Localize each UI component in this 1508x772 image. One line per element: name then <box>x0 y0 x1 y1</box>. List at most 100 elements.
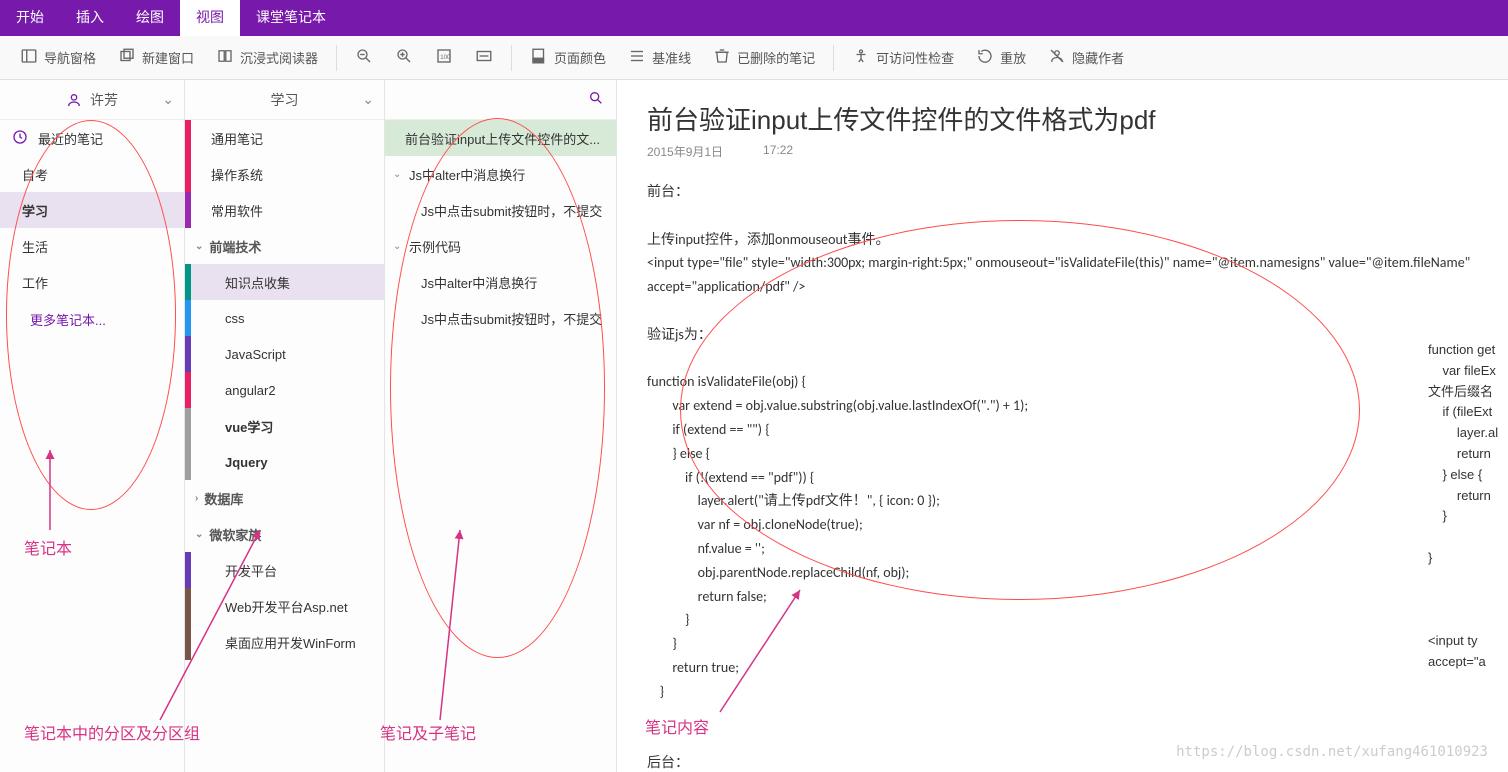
notebook-item[interactable]: 生活 <box>0 228 184 264</box>
newwin-icon <box>118 47 136 68</box>
chevron-icon: ⌄ <box>393 169 405 180</box>
tool-label: 基准线 <box>652 48 691 67</box>
ribbon-tab-2[interactable]: 绘图 <box>120 0 180 36</box>
ribbon-tab-3[interactable]: 视图 <box>180 0 240 36</box>
section-label: 开发平台 <box>225 561 277 580</box>
notebook-label: 生活 <box>22 237 48 256</box>
toolbar-separator <box>833 45 834 71</box>
notebook-item[interactable]: 学习 <box>0 192 184 228</box>
section-item[interactable]: 通用笔记 <box>185 120 384 156</box>
user-icon <box>66 92 82 108</box>
note-side-snippet: function get var fileEx 文件后缀名 if (fileEx… <box>1428 340 1508 673</box>
notebook-label: 自考 <box>22 165 48 184</box>
section-color-bar <box>185 408 191 444</box>
notebook-label: 工作 <box>22 273 48 292</box>
ribbon-tab-4[interactable]: 课堂笔记本 <box>240 0 342 36</box>
section-group[interactable]: ⌄ 前端技术 <box>185 228 384 264</box>
search-icon[interactable] <box>588 90 604 109</box>
svg-text:100: 100 <box>440 55 451 61</box>
section-label: 操作系统 <box>211 165 263 184</box>
section-item[interactable]: vue学习 <box>185 408 384 444</box>
notebook-item[interactable]: 最近的笔记 <box>0 120 184 156</box>
sections-header[interactable]: 学习 ⌄ <box>185 80 384 120</box>
ribbon-tab-0[interactable]: 开始 <box>0 0 60 36</box>
page-group[interactable]: ⌄ 示例代码 <box>385 228 616 264</box>
page-title[interactable]: 前台验证input上传文件控件的文件格式为pdf <box>647 100 1478 137</box>
section-item[interactable]: 桌面应用开发WinForm <box>185 624 384 660</box>
section-label: Jquery <box>225 455 268 470</box>
tool-zoom100[interactable]: 100 <box>425 43 463 72</box>
section-item[interactable]: css <box>185 300 384 336</box>
tool-label: 隐藏作者 <box>1072 48 1124 67</box>
zoomin-icon <box>395 47 413 68</box>
section-color-bar <box>185 156 191 192</box>
section-item[interactable]: 开发平台 <box>185 552 384 588</box>
section-item[interactable]: angular2 <box>185 372 384 408</box>
tool-trash[interactable]: 已删除的笔记 <box>703 43 825 72</box>
nav-icon <box>20 47 38 68</box>
more-notebooks-link[interactable]: 更多笔记本... <box>0 300 184 339</box>
page-item[interactable]: Js中点击submit按钮时，不提交 <box>385 192 616 228</box>
ruled-icon <box>628 47 646 68</box>
notebook-item[interactable]: 工作 <box>0 264 184 300</box>
zoom100-icon: 100 <box>435 47 453 68</box>
section-color-bar <box>185 444 191 480</box>
annotation-label-content: 笔记内容 <box>645 714 709 738</box>
notebook-item[interactable]: 自考 <box>0 156 184 192</box>
section-label: vue学习 <box>225 417 273 436</box>
notebook-label: 学习 <box>22 201 48 220</box>
notebooks-header[interactable]: 许芳 ⌄ <box>0 80 184 120</box>
section-item[interactable]: Web开发平台Asp.net <box>185 588 384 624</box>
section-group[interactable]: ⌄微软家族 <box>185 516 384 552</box>
section-item[interactable]: JavaScript <box>185 336 384 372</box>
tool-ruled[interactable]: 基准线 <box>618 43 701 72</box>
ribbon-toolbar: 导航窗格新建窗口沉浸式阅读器 100 页面颜色 基准线 已删除的笔记 可访问性检查重放 隐藏… <box>0 36 1508 80</box>
chevron-icon: ⌄ <box>195 529 203 540</box>
page-item[interactable]: Js中alter中消息换行 <box>385 264 616 300</box>
tool-replay[interactable]: 重放 <box>966 43 1036 72</box>
page-group-label: 示例代码 <box>409 237 461 256</box>
page-group[interactable]: ⌄ Js中alter中消息换行 <box>385 156 616 192</box>
notebook-label: 最近的笔记 <box>38 129 103 148</box>
page-label: Js中点击submit按钮时，不提交 <box>421 201 602 220</box>
section-group[interactable]: ›数据库 <box>185 480 384 516</box>
page-item[interactable]: Js中点击submit按钮时，不提交 <box>385 300 616 336</box>
tool-immersive[interactable]: 沉浸式阅读器 <box>206 43 328 72</box>
pages-column: 前台验证input上传文件控件的文...⌄Js中alter中消息换行Js中点击s… <box>385 80 617 772</box>
user-name: 许芳 <box>90 90 118 110</box>
section-item[interactable]: 知识点收集 <box>185 264 384 300</box>
pages-header <box>385 80 616 120</box>
pagecolor-icon <box>530 47 548 68</box>
sections-header-label: 学习 <box>271 90 299 110</box>
tool-pagecolor[interactable]: 页面颜色 <box>520 43 616 72</box>
tool-zoomin[interactable] <box>385 43 423 72</box>
tool-label: 已删除的笔记 <box>737 48 815 67</box>
immersive-icon <box>216 47 234 68</box>
section-color-bar <box>185 588 191 624</box>
tool-zoomout[interactable] <box>345 43 383 72</box>
section-color-bar <box>185 336 191 372</box>
hideauthor-icon <box>1048 47 1066 68</box>
section-label: Web开发平台Asp.net <box>225 597 348 616</box>
tool-fitwidth[interactable] <box>465 43 503 72</box>
section-color-bar <box>185 624 191 660</box>
section-item[interactable]: Jquery <box>185 444 384 480</box>
notebooks-column: 许芳 ⌄ 最近的笔记自考学习生活工作 更多笔记本... <box>0 80 185 772</box>
page-label: 前台验证input上传文件控件的文... <box>405 129 600 148</box>
chevron-down-icon: ⌄ <box>362 91 374 108</box>
tool-newwin[interactable]: 新建窗口 <box>108 43 204 72</box>
chevron-icon: ⌄ <box>393 241 405 252</box>
ribbon-tab-1[interactable]: 插入 <box>60 0 120 36</box>
section-label: css <box>225 311 245 326</box>
tool-hideauthor[interactable]: 隐藏作者 <box>1038 43 1134 72</box>
tool-nav[interactable]: 导航窗格 <box>10 43 106 72</box>
section-item[interactable]: 常用软件 <box>185 192 384 228</box>
tool-access[interactable]: 可访问性检查 <box>842 43 964 72</box>
fitwidth-icon <box>475 47 493 68</box>
section-item[interactable]: 操作系统 <box>185 156 384 192</box>
page-group-label: Js中alter中消息换行 <box>409 165 525 184</box>
section-group-label: 前端技术 <box>209 237 261 256</box>
note-body[interactable]: 前台： 上传input控件，添加onmouseout事件。 <input typ… <box>647 180 1478 772</box>
chevron-icon: ⌄ <box>195 241 203 252</box>
page-item[interactable]: 前台验证input上传文件控件的文... <box>385 120 616 156</box>
